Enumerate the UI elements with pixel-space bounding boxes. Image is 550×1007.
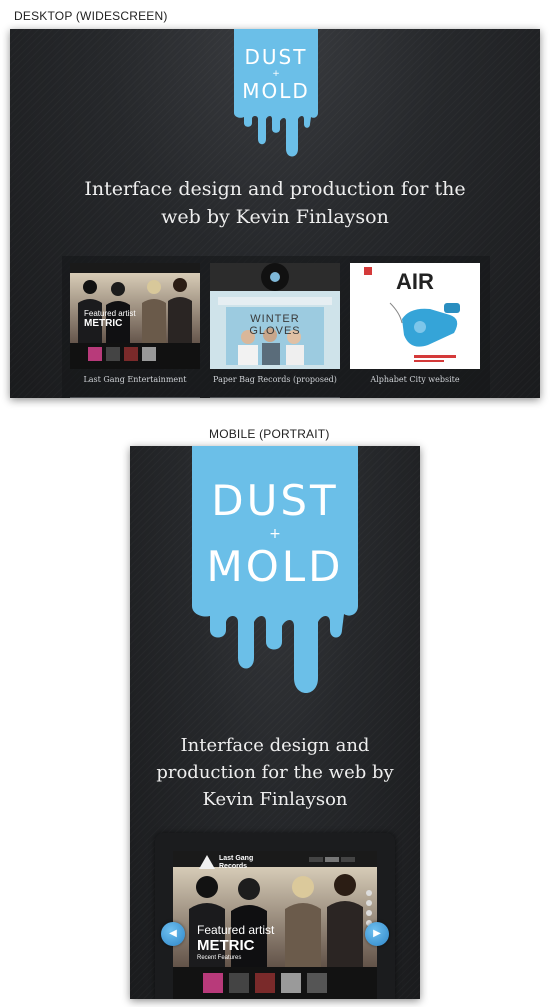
project-label: Last Gang Entertainment (83, 375, 187, 384)
divider (210, 397, 340, 398)
mobile-caption: MOBILE (PORTRAIT) (209, 427, 330, 441)
project-card-paper-bag[interactable]: WINTER GLOVES Paper Bag Records (propose… (210, 263, 340, 384)
next-arrow-button[interactable]: ▶ (365, 922, 389, 946)
project-label: Paper Bag Records (proposed) (213, 375, 337, 384)
last-gang-thumbnail: Featured artist METRIC (70, 263, 200, 369)
mobile-preview: DUST + MOLD Interface design and product… (130, 446, 420, 999)
slider-image[interactable]: Last Gang Records Featured artist METRIC… (173, 851, 377, 999)
tagline: Interface design and production for the … (156, 735, 394, 810)
logo-plus-text: + (269, 526, 281, 542)
divider (70, 397, 200, 398)
logo[interactable]: DUST + MOLD (192, 446, 358, 606)
logo-mold-text: MOLD (242, 79, 310, 103)
metric-text: METRIC (197, 937, 255, 954)
recent-features-text: Recent Features (197, 955, 242, 961)
project-label: Alphabet City website (370, 375, 460, 384)
desktop-preview: DUST + MOLD Interface design and product… (10, 29, 540, 398)
logo-dust-text: DUST (244, 45, 308, 69)
featured-artist-text: Featured artist (84, 309, 136, 318)
logo[interactable]: DUST + MOLD (234, 29, 318, 119)
air-text: AIR (396, 269, 434, 294)
slider-logo-text: Last Gang Records (219, 855, 254, 870)
project-thumbnails: Featured artist METRIC Last Gang Enterta… (62, 256, 490, 398)
featured-artist-text: Featured artist (197, 923, 275, 937)
logo-dust-text: DUST (211, 476, 339, 525)
desktop-caption: DESKTOP (WIDESCREEN) (14, 9, 168, 23)
logo-mold-text: MOLD (206, 542, 344, 591)
paper-bag-thumbnail: WINTER GLOVES (210, 263, 340, 369)
tagline: Interface design and production for the … (84, 178, 466, 228)
winter-gloves-text: WINTER GLOVES (249, 313, 301, 337)
project-slider: Last Gang Records Featured artist METRIC… (155, 833, 395, 999)
project-card-alphabet-city[interactable]: AIR Alphabet City website (350, 263, 480, 384)
metric-text: METRIC (84, 318, 123, 329)
logo-plus-text: + (272, 69, 280, 79)
alphabet-city-thumbnail: AIR (350, 263, 480, 369)
previous-arrow-button[interactable]: ◀ (161, 922, 185, 946)
project-card-last-gang[interactable]: Featured artist METRIC Last Gang Enterta… (70, 263, 200, 384)
